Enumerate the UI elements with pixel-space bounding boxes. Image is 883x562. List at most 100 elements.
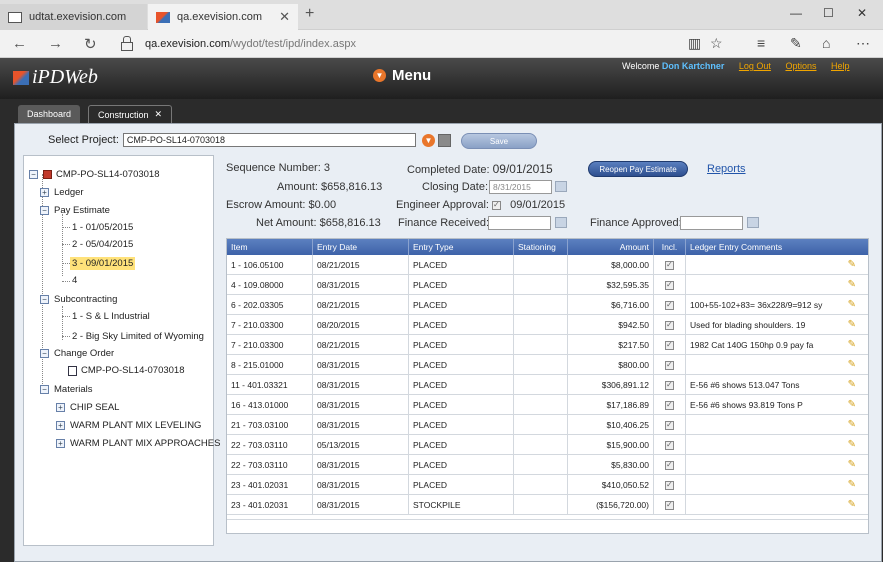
tree-item-change-order[interactable]: − Change Order <box>40 348 114 359</box>
include-checkbox[interactable] <box>665 320 674 331</box>
include-checkbox[interactable] <box>665 420 674 431</box>
column-header-amount[interactable]: Amount <box>568 239 654 255</box>
table-row[interactable]: 21 - 703.03100 08/31/2015 PLACED $10,406.25… <box>227 415 868 435</box>
reports-link[interactable]: Reports <box>707 163 746 175</box>
tree-item-subcontracting[interactable]: − Subcontracting <box>40 294 117 305</box>
cell-incl[interactable] <box>654 335 686 354</box>
cell-incl[interactable] <box>654 415 686 434</box>
tree-item-pay-estimate[interactable]: − Pay Estimate <box>40 205 110 216</box>
edit-pencil-icon[interactable]: ✎ <box>848 459 856 470</box>
include-checkbox[interactable] <box>665 440 674 451</box>
edit-pencil-icon[interactable]: ✎ <box>848 339 856 350</box>
cell-incl[interactable] <box>654 255 686 274</box>
cell-comments[interactable]: Used for blading shoulders. 19 ✎ <box>686 315 868 334</box>
favorite-star-icon[interactable]: ☆ <box>710 35 723 52</box>
edit-pencil-icon[interactable]: ✎ <box>848 259 856 270</box>
edit-pencil-icon[interactable]: ✎ <box>848 439 856 450</box>
expand-icon[interactable]: + <box>56 421 65 430</box>
tree-item-co-1[interactable]: CMP-PO-SL14-0703018 <box>68 365 185 376</box>
dropdown-icon[interactable]: ▼ <box>421 133 435 147</box>
cell-incl[interactable] <box>654 495 686 514</box>
cell-comments[interactable]: ✎ <box>686 355 868 374</box>
collapse-icon[interactable]: − <box>40 295 49 304</box>
reading-view-icon[interactable]: ▥ <box>688 35 701 52</box>
project-select-input[interactable]: CMP-PO-SL14-0703018 <box>122 133 416 147</box>
tree-item-pay-4[interactable]: 4 <box>72 275 77 286</box>
calendar-icon[interactable] <box>555 217 567 228</box>
tab-dashboard[interactable]: Dashboard <box>18 105 81 123</box>
table-row[interactable]: 8 - 215.0100008/31/2015PLACED $800.00 ✎ <box>227 355 868 375</box>
search-icon[interactable] <box>437 133 451 147</box>
tree-item-materials[interactable]: − Materials <box>40 384 93 395</box>
calendar-icon[interactable] <box>555 181 567 192</box>
column-header-entry-date[interactable]: Entry Date <box>313 239 409 255</box>
column-header-comments[interactable]: Ledger Entry Comments <box>686 239 868 255</box>
collapse-icon[interactable]: − <box>40 349 49 358</box>
main-menu-button[interactable]: ▼ Menu <box>373 67 431 84</box>
table-row[interactable]: 16 - 413.01000 08/31/2015 PLACED $17,186.89… <box>227 395 868 415</box>
edit-pencil-icon[interactable]: ✎ <box>848 359 856 370</box>
tree-item-sub-1[interactable]: 1 - S & L Industrial <box>72 311 150 322</box>
tree-item-sub-2[interactable]: 2 - Big Sky Limited of Wyoming <box>72 331 204 342</box>
cell-comments[interactable]: ✎ <box>686 435 868 454</box>
close-icon[interactable]: ✕ <box>155 109 163 120</box>
back-arrow-icon[interactable]: ← <box>12 35 27 52</box>
table-row[interactable]: 23 - 401.02031 08/31/2015 PLACED $410,050.5… <box>227 475 868 495</box>
cell-incl[interactable] <box>654 355 686 374</box>
collapse-icon[interactable]: − <box>40 385 49 394</box>
include-checkbox[interactable] <box>665 380 674 391</box>
tree-item-mat-3[interactable]: + WARM PLANT MIX APPROACHES <box>56 438 220 449</box>
minimize-button[interactable]: — <box>790 6 802 20</box>
cell-comments[interactable]: ✎ <box>686 475 868 494</box>
expand-icon[interactable]: + <box>56 439 65 448</box>
new-tab-button[interactable]: + <box>305 5 314 23</box>
finance-approved-input[interactable] <box>680 216 743 230</box>
tab-construction[interactable]: Construction ✕ <box>88 105 173 123</box>
hub-icon[interactable]: ≡ <box>757 35 765 51</box>
more-icon[interactable]: ⋯ <box>856 35 870 52</box>
include-checkbox[interactable] <box>665 300 674 311</box>
share-icon[interactable]: ⌂ <box>822 35 830 51</box>
cell-comments[interactable]: ✎ <box>686 255 868 274</box>
calendar-icon[interactable] <box>747 217 759 228</box>
finance-received-input[interactable] <box>488 216 551 230</box>
edit-pencil-icon[interactable]: ✎ <box>848 399 856 410</box>
cell-incl[interactable] <box>654 275 686 294</box>
tree-item-pay-3[interactable]: 3 - 09/01/2015 <box>70 257 136 270</box>
expand-icon[interactable]: + <box>40 188 49 197</box>
close-window-button[interactable]: ✕ <box>857 6 867 20</box>
browser-tab-qa[interactable]: qa.exevision.com ✕ <box>148 4 298 30</box>
cell-comments[interactable]: ✎ <box>686 415 868 434</box>
expand-icon[interactable]: + <box>56 403 65 412</box>
table-row[interactable]: 23 - 401.02031 08/31/2015 STOCKPILE ($156,7… <box>227 495 868 515</box>
include-checkbox[interactable] <box>665 260 674 271</box>
collapse-icon[interactable]: − <box>40 206 49 215</box>
edit-pencil-icon[interactable]: ✎ <box>848 499 856 510</box>
cell-incl[interactable] <box>654 475 686 494</box>
include-checkbox[interactable] <box>665 500 674 511</box>
cell-incl[interactable] <box>654 455 686 474</box>
table-row[interactable]: 6 - 202.0330508/21/2015PLACED $6,716.00 10… <box>227 295 868 315</box>
cell-comments[interactable]: E-56 #6 shows 513.047 Tons ✎ <box>686 375 868 394</box>
include-checkbox[interactable] <box>665 460 674 471</box>
cell-comments[interactable]: ✎ <box>686 275 868 294</box>
cell-incl[interactable] <box>654 375 686 394</box>
edit-pencil-icon[interactable]: ✎ <box>848 279 856 290</box>
include-checkbox[interactable] <box>665 340 674 351</box>
tree-item-mat-1[interactable]: + CHIP SEAL <box>56 402 119 413</box>
column-header-item[interactable]: Item <box>227 239 313 255</box>
column-header-stationing[interactable]: Stationing <box>514 239 568 255</box>
table-row[interactable]: 22 - 703.0311008/31/2015PLACED $5,830.00 ✎ <box>227 455 868 475</box>
table-row[interactable]: 22 - 703.03110 05/13/2015 PLACED $15,900.00… <box>227 435 868 455</box>
options-link[interactable]: Options <box>785 61 816 71</box>
column-header-incl[interactable]: Incl. <box>654 239 686 255</box>
cell-comments[interactable]: E-56 #6 shows 93.819 Tons P ✎ <box>686 395 868 414</box>
engineer-approval-checkbox[interactable] <box>492 200 502 210</box>
refresh-icon[interactable]: ↻ <box>84 35 97 53</box>
browser-tab-udtat[interactable]: udtat.exevision.com <box>0 4 147 30</box>
table-row[interactable]: 7 - 210.0330008/20/2015PLACED $942.50 Used… <box>227 315 868 335</box>
table-row[interactable]: 1 - 106.0510008/21/2015PLACED $8,000.00 ✎ <box>227 255 868 275</box>
cell-comments[interactable]: ✎ <box>686 495 868 514</box>
logout-link[interactable]: Log Out <box>739 61 771 71</box>
edit-pencil-icon[interactable]: ✎ <box>848 419 856 430</box>
